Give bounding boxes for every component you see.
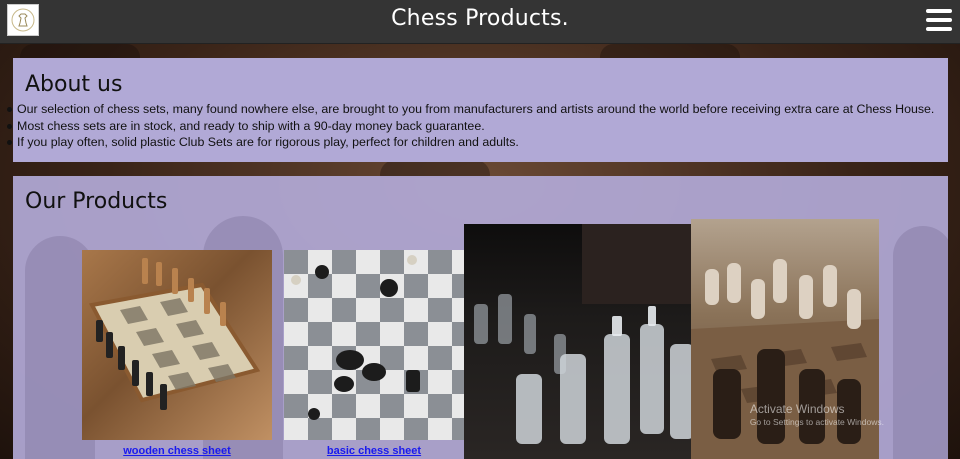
list-item: If you play often, solid plastic Club Se…: [7, 134, 948, 151]
page-title: Chess Products.: [391, 6, 569, 31]
list-item: Most chess sets are in stock, and ready …: [7, 118, 948, 135]
watermark-subtitle: Go to Settings to activate Windows.: [749, 417, 884, 427]
glass-chess-pieces-image[interactable]: [464, 224, 700, 459]
about-heading: About us: [25, 72, 123, 97]
products-heading: Our Products: [25, 189, 168, 214]
basic-chess-board-image[interactable]: [284, 250, 464, 440]
list-item: Our selection of chess sets, many found …: [7, 101, 948, 118]
product-card-wooden[interactable]: wooden chess sheet: [82, 250, 272, 459]
product-link-wooden[interactable]: wooden chess sheet: [82, 445, 272, 457]
product-card-basic[interactable]: basic chess sheet: [284, 250, 474, 459]
top-navbar: Chess Products.: [0, 0, 960, 44]
about-section: About us Our selection of chess sets, ma…: [7, 58, 948, 162]
background-chess-piece: [893, 226, 948, 459]
hamburger-menu-icon[interactable]: [926, 9, 952, 31]
wooden-chess-set-image[interactable]: [82, 250, 272, 440]
about-list: Our selection of chess sets, many found …: [7, 101, 948, 151]
watermark-title: Activate Windows: [749, 402, 845, 416]
product-link-basic[interactable]: basic chess sheet: [274, 445, 474, 457]
product-card-glass[interactable]: [464, 224, 700, 459]
windows-activation-watermark: Activate Windows Go to Settings to activ…: [750, 402, 884, 427]
